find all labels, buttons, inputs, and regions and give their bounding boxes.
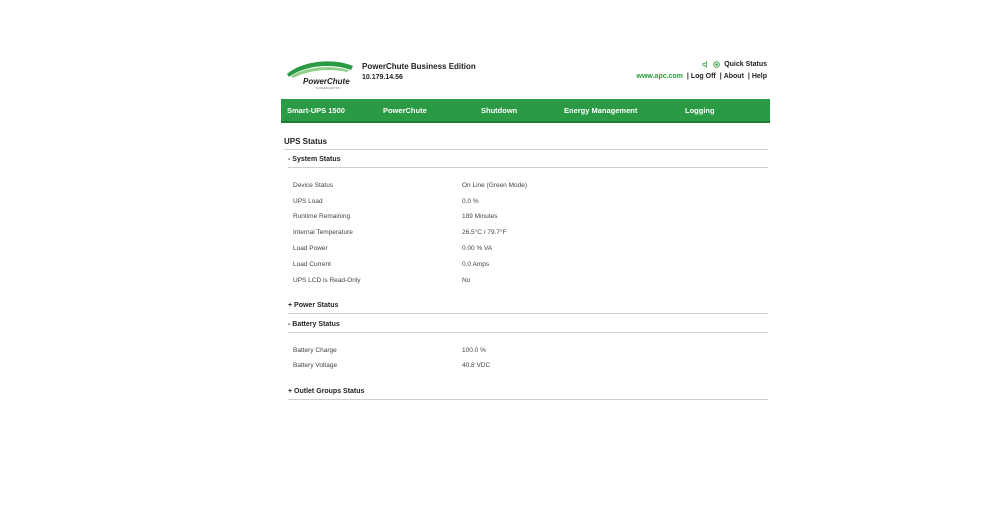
app-title: PowerChute Business Edition [362, 62, 476, 71]
row-label: Load Power [293, 245, 328, 252]
row-value: No [462, 277, 471, 284]
section-battery-status[interactable]: - Battery Status [288, 321, 340, 328]
logoff-link[interactable]: Log Off [691, 73, 716, 80]
page: PowerChute BUSINESS EDITION PowerChute B… [0, 0, 1001, 517]
section-power-status[interactable]: + Power Status [288, 302, 338, 309]
divider [288, 313, 768, 314]
row-value: 0.00 % VA [462, 245, 493, 252]
nav-energy-management[interactable]: Energy Management [564, 106, 637, 115]
row-label: UPS Load [293, 198, 323, 205]
row-value: 189 Minutes [462, 213, 498, 220]
divider [288, 332, 768, 333]
row-label: Runtime Remaining [293, 213, 351, 220]
row-label: Load Current [293, 261, 331, 268]
top-links: www.apc.com | Log Off | About | Help [637, 73, 767, 80]
help-link[interactable]: Help [752, 73, 767, 80]
link-separator: | [747, 73, 750, 80]
section-system-status[interactable]: - System Status [288, 156, 341, 163]
divider [288, 399, 768, 400]
row-value: 0.0 % [462, 198, 479, 205]
row-value: On Line (Green Mode) [462, 182, 528, 189]
logo-text: PowerChute [303, 77, 350, 86]
main-nav: Smart-UPS 1500 PowerChute Shutdown Energ… [281, 99, 770, 123]
row-value: 0.0 Amps [462, 261, 490, 268]
status-ok-icon [713, 61, 720, 68]
row-label: UPS LCD is Read-Only [293, 277, 361, 284]
nav-smart-ups[interactable]: Smart-UPS 1500 [287, 106, 345, 115]
page-title: UPS Status [284, 137, 328, 146]
nav-powerchute[interactable]: PowerChute [383, 106, 427, 115]
divider [284, 149, 768, 150]
ip-address: 10.179.14.56 [362, 74, 403, 81]
link-separator: | [686, 73, 689, 80]
row-label: Internal Temperature [293, 229, 353, 236]
nav-logging[interactable]: Logging [685, 106, 715, 115]
quick-status-label: Quick Status [724, 61, 767, 68]
row-label: Device Status [293, 182, 334, 189]
apc-link[interactable]: www.apc.com [637, 73, 683, 80]
row-label: Battery Charge [293, 347, 337, 354]
section-outlet-groups-status[interactable]: + Outlet Groups Status [288, 388, 364, 395]
quick-status[interactable]: Quick Status [702, 61, 767, 68]
row-label: Battery Voltage [293, 362, 338, 369]
speaker-icon [702, 61, 707, 68]
row-value: 100.0 % [462, 347, 486, 354]
logo-subtext: BUSINESS EDITION [316, 86, 340, 90]
row-value: 40.8 VDC [462, 362, 491, 369]
divider [288, 167, 768, 168]
powerchute-logo: PowerChute BUSINESS EDITION [287, 61, 353, 90]
link-separator: | [719, 73, 722, 80]
nav-shutdown[interactable]: Shutdown [481, 106, 517, 115]
row-value: 26.5°C / 79.7°F [462, 229, 507, 236]
about-link[interactable]: About [724, 73, 744, 80]
